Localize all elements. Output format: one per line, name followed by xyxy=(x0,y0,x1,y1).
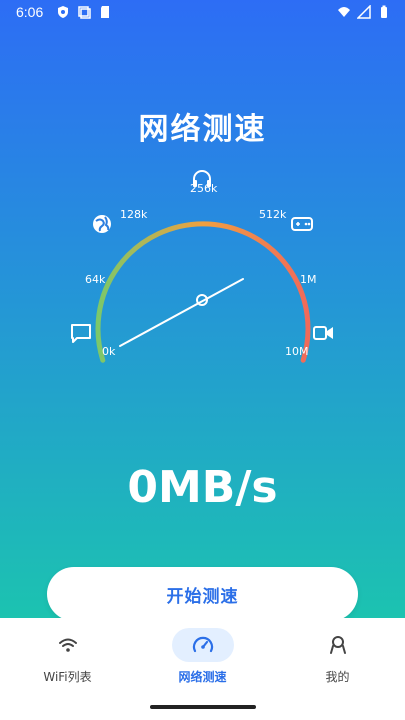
battery-icon xyxy=(381,5,387,18)
status-icons-right xyxy=(337,5,391,19)
tick-label-512k: 512k xyxy=(259,208,287,221)
tick-label-1M: 1M xyxy=(300,273,317,286)
nav-profile[interactable]: 我的 xyxy=(270,626,405,696)
start-test-button[interactable]: 开始测速 xyxy=(47,567,358,621)
tick-label-64k: 64k xyxy=(85,273,106,286)
speed-test-screen: 6:06 网络测速 0k 64k 128k 256k 512k 1M 10M 0… xyxy=(0,0,405,618)
tick-label-10M: 10M xyxy=(285,345,309,358)
status-icons-left xyxy=(56,5,112,19)
home-indicator xyxy=(150,705,256,709)
page-title: 网络测速 xyxy=(138,112,267,147)
gamepad-icon xyxy=(291,217,313,231)
shield-icon xyxy=(58,6,68,18)
nav-label-wifi-list: WiFi列表 xyxy=(43,670,92,684)
person-icon xyxy=(329,636,346,654)
speedometer-icon xyxy=(192,636,213,653)
globe-icon xyxy=(93,215,111,233)
speed-gauge: 0k 64k 128k 256k 512k 1M 10M xyxy=(71,170,333,363)
wifi-icon xyxy=(58,638,77,652)
status-bar: 6:06 xyxy=(0,0,405,26)
video-icon xyxy=(313,326,333,340)
signal-icon xyxy=(357,5,371,19)
nav-label-profile: 我的 xyxy=(325,670,350,684)
tick-label-128k: 128k xyxy=(120,208,148,221)
nav-label-speed-test: 网络测速 xyxy=(178,670,227,684)
wifi-icon xyxy=(338,7,350,17)
chat-icon xyxy=(71,324,91,343)
copy-icon xyxy=(78,6,91,19)
status-time: 6:06 xyxy=(16,4,44,20)
nav-wifi-list[interactable]: WiFi列表 xyxy=(0,626,135,696)
speed-value: 0MB/s xyxy=(127,462,278,513)
tick-label-0k: 0k xyxy=(102,345,116,358)
sd-card-icon xyxy=(101,6,109,18)
gauge-needle xyxy=(119,278,244,347)
nav-speed-test[interactable]: 网络测速 xyxy=(135,626,270,696)
